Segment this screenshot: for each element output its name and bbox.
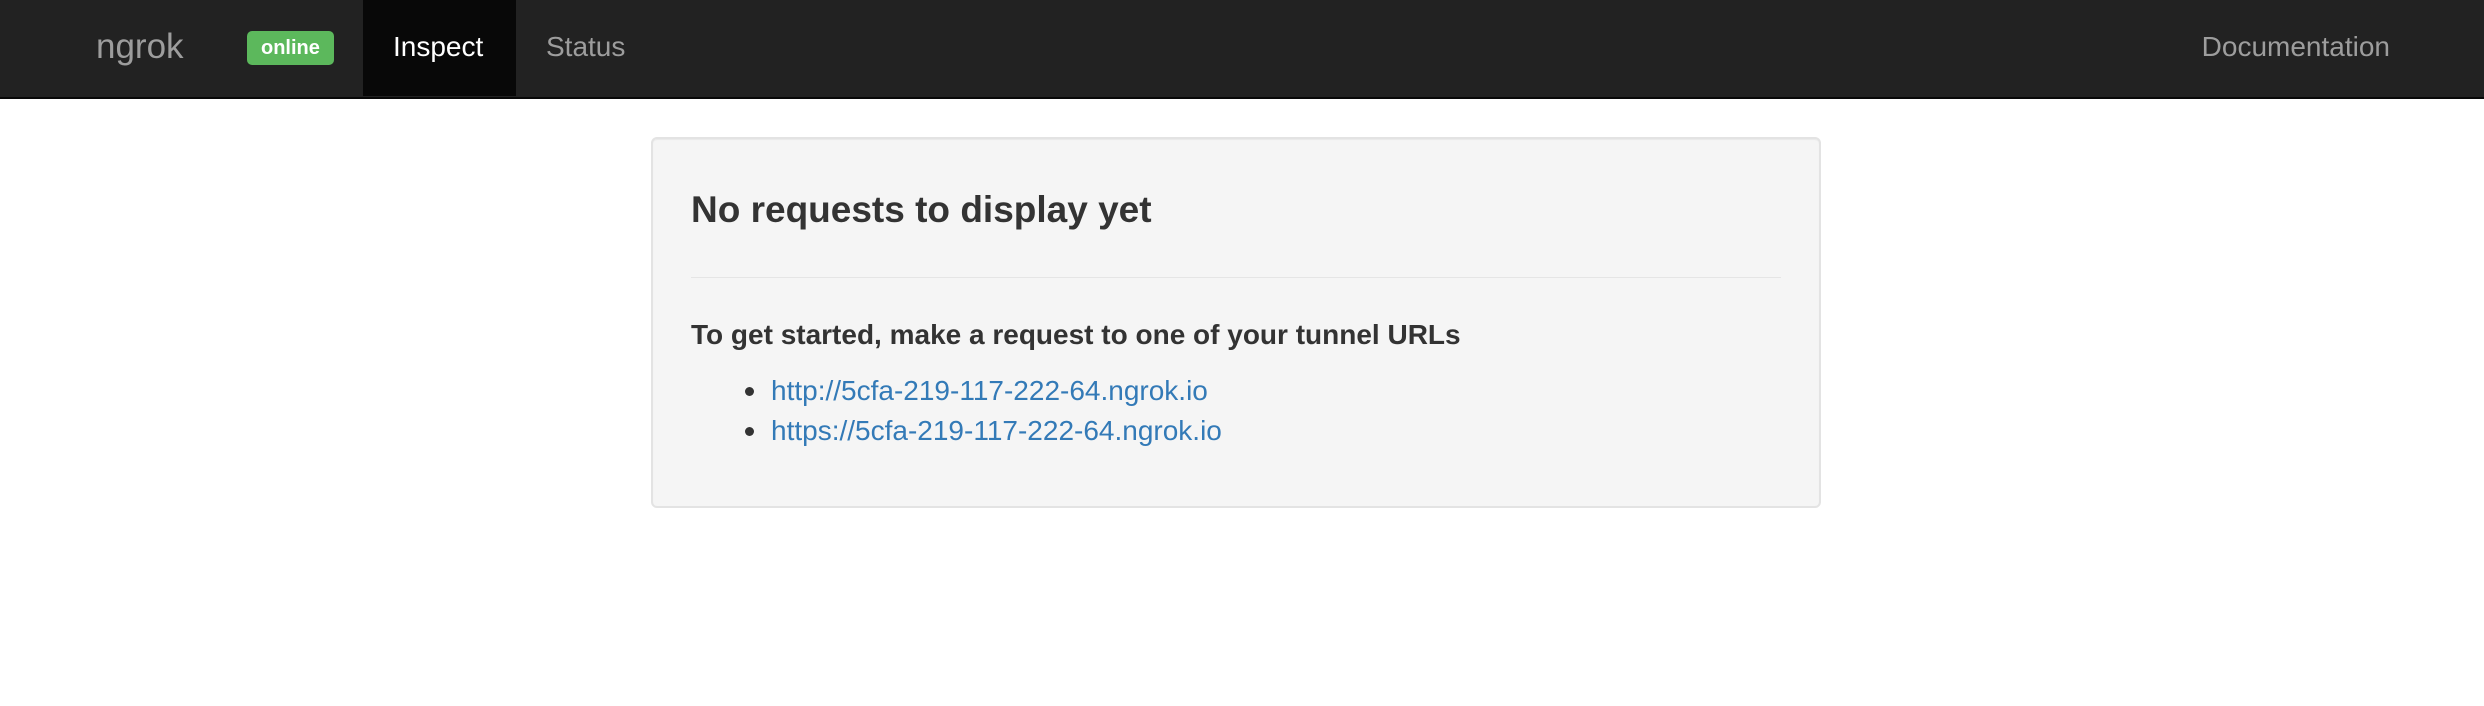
tunnel-url-list: http://5cfa-219-117-222-64.ngrok.io http… [691,371,1222,451]
tab-inspect[interactable]: Inspect [363,0,516,96]
list-item: https://5cfa-219-117-222-64.ngrok.io [745,411,1222,451]
empty-state-panel: No requests to display yet To get starte… [651,137,1821,508]
tunnel-url-link-http[interactable]: http://5cfa-219-117-222-64.ngrok.io [771,375,1208,406]
bullet-icon [745,427,754,436]
divider [691,277,1781,278]
documentation-link[interactable]: Documentation [2202,0,2390,96]
list-item: http://5cfa-219-117-222-64.ngrok.io [745,371,1222,411]
brand-logo[interactable]: ngrok [96,0,184,94]
top-navbar: ngrok online Inspect Status Documentatio… [0,0,2484,99]
status-badge: online [247,31,334,65]
tab-status[interactable]: Status [516,0,655,96]
intro-text: To get started, make a request to one of… [691,319,1461,350]
panel-title: No requests to display yet [691,189,1152,230]
bullet-icon [745,387,754,396]
tunnel-url-link-https[interactable]: https://5cfa-219-117-222-64.ngrok.io [771,415,1222,446]
